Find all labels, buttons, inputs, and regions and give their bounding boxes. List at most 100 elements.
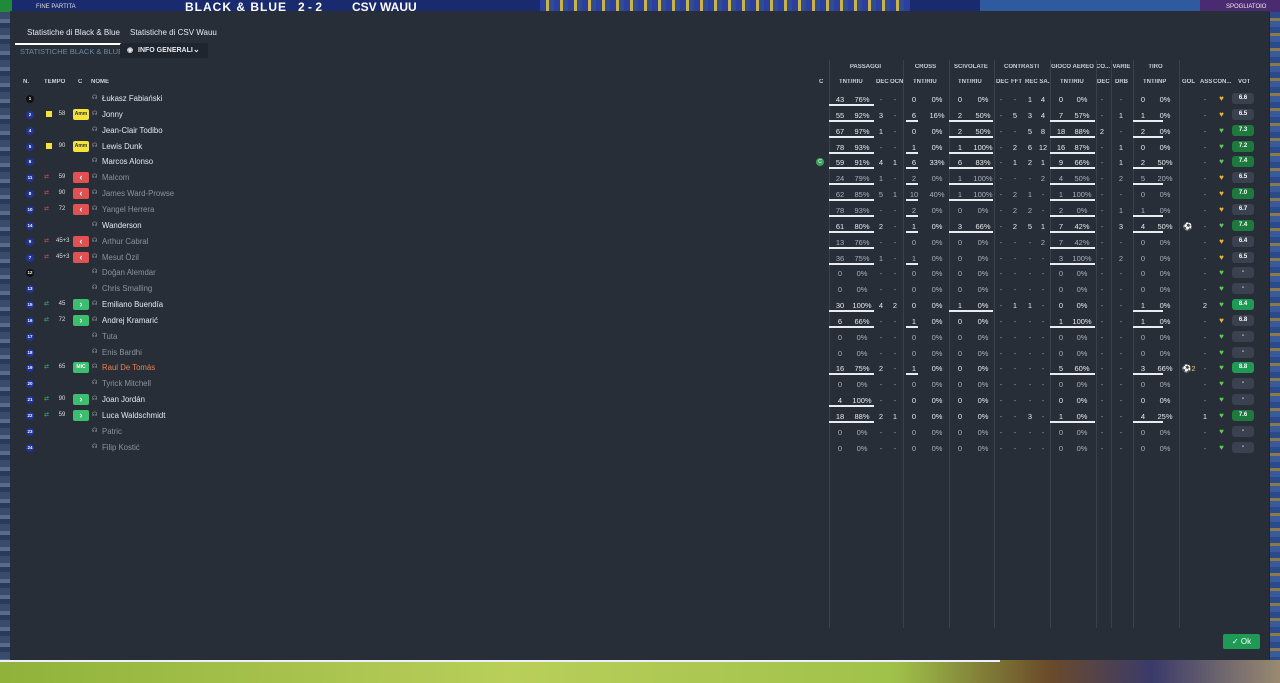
table-row[interactable]: 16 ⇄ 72 › ☊ Andrej Kramarić 6 66% - -1 0% 0 0% - - - -1 1… (20, 313, 1260, 329)
column-header-3[interactable]: NOME (91, 79, 109, 85)
player-name[interactable]: James Ward-Prowse (102, 189, 174, 198)
stat-con-dec: - (999, 412, 1003, 421)
table-row[interactable]: 6 ☊ Marcos Alonso C 59 91% 4 1 6 33% 6 83% -1 2 1 9 66% -… (20, 154, 1260, 170)
column-header-5[interactable]: TNT/RIU (839, 79, 863, 85)
column-header-0[interactable]: N. (23, 79, 29, 85)
player-name[interactable]: Tuta (102, 332, 117, 341)
stat-pass-pct: 0% (856, 332, 868, 342)
column-header-16[interactable]: TNT/INP (1143, 79, 1166, 85)
stat-con-fft: - (1013, 380, 1017, 390)
player-name[interactable]: Lewis Dunk (102, 142, 142, 151)
table-row[interactable]: 10 ⇄ 72 ‹ ☊ Yangel Herrera 78 93% - -2 0% 0 0% -2 2-2 0… (20, 202, 1260, 218)
player-name[interactable]: Jonny (102, 110, 123, 119)
stat-co-dec: - (1100, 427, 1104, 437)
player-name[interactable]: Raul De Tomás (102, 363, 155, 372)
table-row[interactable]: 24 ☊ Filip Kostić 0 0% - -0 0% 0 0% - - - -0 0% - -0 0% - ♥… (20, 440, 1260, 456)
table-row[interactable]: 14 ☊ Wanderson 61 80% 2-1 0% 3 66% -2 5 1 7 42% -3 4 50%… (20, 218, 1260, 234)
table-row[interactable]: 1 ☊ Łukasz Fabiański 43 76% - -0 0% 0 0% - -1 4 0 0% - -… (20, 91, 1260, 107)
column-header-18[interactable]: ASS (1200, 79, 1212, 85)
player-name[interactable]: Łukasz Fabiański (102, 94, 162, 103)
column-header-13[interactable]: TNT/RIU (1060, 79, 1084, 85)
player-name[interactable]: Mesut Özil (102, 253, 139, 262)
stat-tack: 0 (957, 364, 963, 374)
column-header-19[interactable]: CON... (1213, 79, 1231, 85)
player-name[interactable]: Malcom (102, 173, 129, 182)
table-row[interactable]: 5 90 Amm ☊ Lewis Dunk 78 93% - -1 0% 1 100% -2 6 12 16 8… (20, 139, 1260, 155)
player-name[interactable]: Arthur Cabral (102, 237, 148, 246)
column-header-6[interactable]: DEC (876, 79, 889, 85)
player-name[interactable]: Luca Waldschmidt (102, 411, 165, 420)
column-header-1[interactable]: TEMPO (44, 79, 65, 85)
column-header-8[interactable]: TNT/RIU (913, 79, 937, 85)
table-row[interactable]: 15 ⇄ 45 › ☊ Emiliano Buendía 30 100% 4 2 0 0% 1 0% -1 1… (20, 297, 1260, 313)
stat-aer: 0 (1058, 285, 1064, 295)
table-row[interactable]: 20 ☊ Tyrick Mitchell 0 0% - -0 0% 0 0% - - - -0 0% - -0 0… (20, 376, 1260, 392)
column-header-20[interactable]: VOT (1238, 79, 1250, 85)
shirt-number-icon: 10 (26, 205, 34, 214)
column-header-2[interactable]: C (78, 79, 82, 85)
column-header-11[interactable]: FFT (1011, 79, 1022, 85)
stat-co-dec: - (1100, 443, 1104, 453)
player-name[interactable]: Wanderson (102, 221, 142, 230)
player-name[interactable]: Chris Smalling (102, 284, 152, 293)
table-row[interactable]: 9 ⇄ 45+3 ‹ ☊ Arthur Cabral 13 76% - -0 0% 0 0% - - -2 7 4… (20, 234, 1260, 250)
column-header-4[interactable]: C (819, 79, 823, 85)
table-row[interactable]: 17 ☊ Tuta 0 0% - -0 0% 0 0% - - - -0 0% - -0 0% - ♥ - (20, 329, 1260, 345)
column-header-7[interactable]: OCN (890, 79, 903, 85)
minutes-played: 65 (58, 364, 66, 371)
column-header-9[interactable]: TNT/RIU (958, 79, 982, 85)
table-row[interactable]: 21 ⇄ 90 › ☊ Joan Jordán 4 100% - -0 0% 0 0% - - - -0 0% - -… (20, 392, 1260, 408)
stat-aer-pct: 0% (1076, 348, 1088, 358)
stat-pass-dec: - (879, 427, 883, 437)
column-header-14[interactable]: DEC (1097, 79, 1110, 85)
table-row[interactable]: 4 ☊ Jean-Clair Todibo 67 97% 1-0 0% 2 50% - -5 8 18 8… (20, 123, 1260, 139)
tab-away-stats[interactable]: Statistiche di CSV Wauu (123, 25, 233, 45)
stat-bar (906, 325, 918, 328)
table-row[interactable]: 11 ⇄ 59 ‹ ☊ Malcom 24 79% 1-2 0% 1 100% - - -2 4 50% -2 5 2… (20, 170, 1260, 186)
table-row[interactable]: 18 ☊ Enis Bardhi 0 0% - -0 0% 0 0% - - - -0 0% - -0 0% - ♥ - (20, 345, 1260, 361)
stat-shot-pct: 0% (1159, 301, 1171, 311)
stat-ass: - (1203, 174, 1207, 184)
match-rating: 6.5 (1232, 108, 1254, 120)
stat-cross-pct: 0% (931, 301, 943, 311)
stat-cross-pct: 0% (931, 364, 943, 374)
player-name[interactable]: Tyrick Mitchell (102, 379, 151, 388)
column-header-10[interactable]: DEC (996, 79, 1009, 85)
player-name[interactable]: Emiliano Buendía (102, 300, 163, 309)
stat-pass: 24 (835, 174, 845, 184)
stat-ass: - (1203, 348, 1207, 358)
column-header-12[interactable]: REC SA... (1025, 79, 1050, 85)
stat-pass-pct: 0% (856, 427, 868, 437)
stat-shot: 0 (1140, 95, 1146, 104)
player-name[interactable]: Filip Kostić (102, 443, 140, 452)
table-row[interactable]: 12 ☊ Doğan Alemdar 0 0% - -0 0% 0 0% - - - -0 0% - -0 0% -… (20, 265, 1260, 281)
player-name[interactable]: Jean-Clair Todibo (102, 126, 163, 135)
player-name[interactable]: Marcos Alonso (102, 157, 153, 166)
table-row[interactable]: 22 ⇄ 59 › ☊ Luca Waldschmidt 18 88% 2 1 0 0% 0 0% - -3-… (20, 408, 1260, 424)
column-header-15[interactable]: DRB (1115, 79, 1128, 85)
table-row[interactable]: 13 ☊ Chris Smalling 0 0% - -0 0% 0 0% - - - -0 0% - -0 0%… (20, 281, 1260, 297)
player-name[interactable]: Doğan Alemdar (102, 268, 156, 277)
table-row[interactable]: 2 58 Amm ☊ Jonny 55 92% 3-6 16% 2 50% -5 3 4 7 57% -1 1 0%… (20, 107, 1260, 123)
match-rating: - (1232, 283, 1254, 295)
table-row[interactable]: 23 ☊ Patric 0 0% - -0 0% 0 0% - - - -0 0% - -0 0% - ♥ - (20, 424, 1260, 440)
stat-pass-pct: 100% (852, 396, 872, 406)
substituted-out-badge: ‹ (73, 172, 89, 184)
tab-home-stats[interactable]: Statistiche di Black & Blue (15, 25, 123, 45)
stat-cross: 1 (911, 253, 917, 263)
stat-cross: 0 (911, 396, 917, 406)
tab-home-label: Statistiche di Black & Blue (27, 28, 120, 37)
player-name[interactable]: Enis Bardhi (102, 348, 142, 357)
player-name[interactable]: Patric (102, 427, 122, 436)
info-dropdown[interactable]: ◉ INFO GENERALI ⌄ (120, 43, 208, 58)
column-header-17[interactable]: GOL (1182, 79, 1195, 85)
table-row[interactable]: 7 ⇄ 45+3 ‹ ☊ Mesut Özil 36 75% 1-1 0% 0 0% - - - -3 100%… (20, 250, 1260, 266)
stat-shot-pct: 0% (1159, 427, 1171, 437)
player-name[interactable]: Joan Jordán (102, 395, 145, 404)
table-row[interactable]: 8 ⇄ 90 ‹ ☊ James Ward-Prowse 62 85% 5 1 10 40% 1 100%… (20, 186, 1260, 202)
table-row[interactable]: 19 ⇄ 65 MiC ☊ Raul De Tomás 16 75% 2-1 0% 0 0% - - - -5… (20, 360, 1260, 376)
player-name[interactable]: Yangel Herrera (102, 205, 154, 214)
stat-pass: 59 (835, 158, 845, 168)
player-name[interactable]: Andrej Kramarić (102, 316, 158, 325)
ok-button[interactable]: ✓ Ok (1223, 634, 1260, 649)
